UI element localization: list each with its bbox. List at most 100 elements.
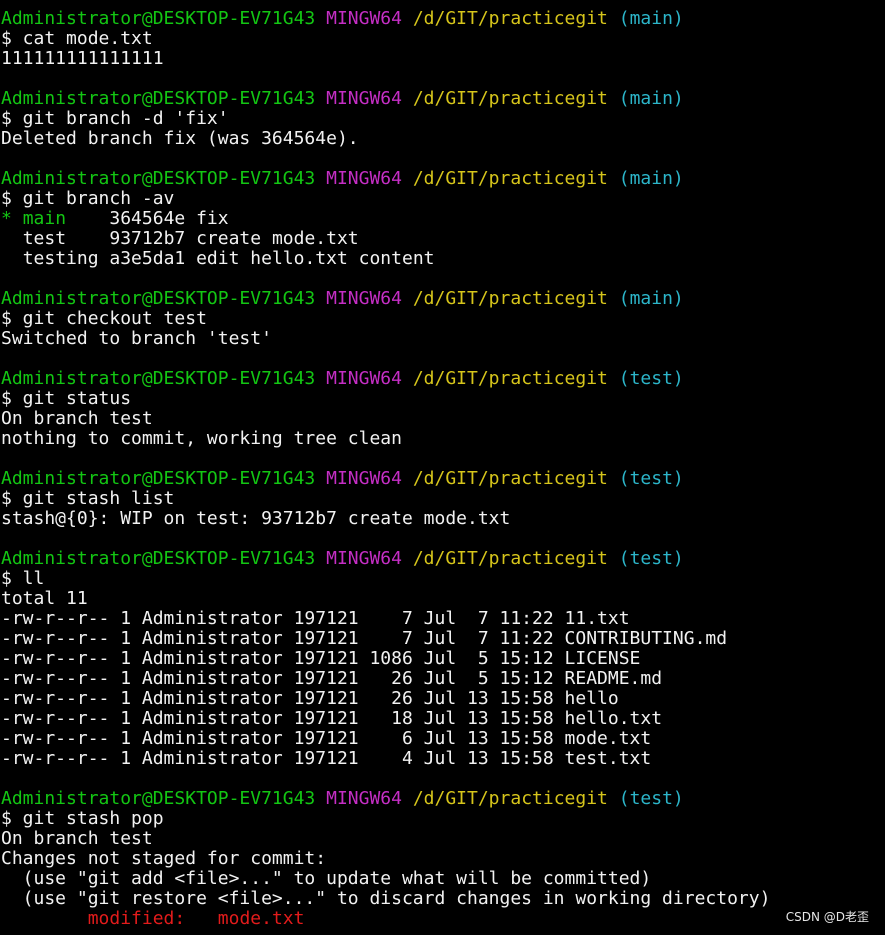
prompt-line: Administrator@DESKTOP-EV71G43 MINGW64 /d… (1, 289, 885, 309)
modified-gap (185, 908, 218, 929)
command-line: $ git status (1, 389, 885, 409)
output-line: -rw-r--r-- 1 Administrator 197121 26 Jul… (1, 689, 885, 709)
output-text: -rw-r--r-- 1 Administrator 197121 26 Jul… (1, 688, 619, 709)
command-line: $ git stash list (1, 489, 885, 509)
prompt-user: Administrator@DESKTOP-EV71G43 (1, 468, 316, 489)
command-text: $ git stash pop (1, 808, 164, 829)
branch-name: test (22, 228, 99, 249)
prompt-system: MINGW64 (326, 88, 402, 109)
prompt-branch: (test) (618, 368, 684, 389)
output-line: 111111111111111 (1, 49, 885, 69)
output-text: 111111111111111 (1, 48, 164, 69)
branch-marker: * (1, 208, 23, 229)
output-text: -rw-r--r-- 1 Administrator 197121 7 Jul … (1, 628, 728, 649)
prompt-path: /d/GIT/practicegit (412, 168, 608, 189)
prompt-line: Administrator@DESKTOP-EV71G43 MINGW64 /d… (1, 549, 885, 569)
modified-line: modified: mode.txt (1, 909, 885, 929)
output-text: -rw-r--r-- 1 Administrator 197121 1086 J… (1, 648, 641, 669)
prompt-branch: (main) (618, 8, 684, 29)
prompt-path: /d/GIT/practicegit (412, 548, 608, 569)
prompt-user: Administrator@DESKTOP-EV71G43 (1, 168, 316, 189)
command-line: $ git branch -d 'fix' (1, 109, 885, 129)
branch-list-item: testing a3e5da1 edit hello.txt content (1, 249, 885, 269)
branch-commit: 364564e fix (98, 208, 229, 229)
prompt-branch: (test) (618, 468, 684, 489)
prompt-branch: (test) (618, 548, 684, 569)
output-text: Switched to branch 'test' (1, 328, 272, 349)
command-line: $ cat mode.txt (1, 29, 885, 49)
output-text: (use "git add <file>..." to update what … (1, 868, 652, 889)
command-line: $ git checkout test (1, 309, 885, 329)
output-line: -rw-r--r-- 1 Administrator 197121 1086 J… (1, 649, 885, 669)
output-text: stash@{0}: WIP on test: 93712b7 create m… (1, 508, 511, 529)
output-text: -rw-r--r-- 1 Administrator 197121 18 Jul… (1, 708, 663, 729)
output-text: Changes not staged for commit: (1, 848, 327, 869)
output-text: -rw-r--r-- 1 Administrator 197121 7 Jul … (1, 608, 630, 629)
command-text: $ git branch -av (1, 188, 175, 209)
prompt-path: /d/GIT/practicegit (412, 8, 608, 29)
output-text: On branch test (1, 408, 153, 429)
prompt-line: Administrator@DESKTOP-EV71G43 MINGW64 /d… (1, 789, 885, 809)
output-line: -rw-r--r-- 1 Administrator 197121 26 Jul… (1, 669, 885, 689)
prompt-system: MINGW64 (326, 168, 402, 189)
output-text: -rw-r--r-- 1 Administrator 197121 26 Jul… (1, 668, 663, 689)
command-text: $ git branch -d 'fix' (1, 108, 229, 129)
prompt-system: MINGW64 (326, 288, 402, 309)
branch-list-item: test 93712b7 create mode.txt (1, 229, 885, 249)
output-line: On branch test (1, 829, 885, 849)
command-text: $ git status (1, 388, 132, 409)
command-text: $ cat mode.txt (1, 28, 153, 49)
branch-marker (1, 228, 23, 249)
output-text: total 11 (1, 588, 88, 609)
prompt-path: /d/GIT/practicegit (412, 88, 608, 109)
output-line: -rw-r--r-- 1 Administrator 197121 7 Jul … (1, 629, 885, 649)
prompt-branch: (main) (618, 168, 684, 189)
prompt-user: Administrator@DESKTOP-EV71G43 (1, 368, 316, 389)
branch-commit: a3e5da1 edit hello.txt content (98, 248, 435, 269)
output-line: total 11 (1, 589, 885, 609)
output-text: (use "git restore <file>..." to discard … (1, 888, 771, 909)
watermark: CSDN @D老歪 (785, 910, 869, 924)
command-text: $ git checkout test (1, 308, 207, 329)
output-text: nothing to commit, working tree clean (1, 428, 402, 449)
branch-name: testing (22, 248, 99, 269)
modified-indent (1, 908, 88, 929)
prompt-user: Administrator@DESKTOP-EV71G43 (1, 788, 316, 809)
output-line: nothing to commit, working tree clean (1, 429, 885, 449)
prompt-branch: (main) (618, 88, 684, 109)
output-text: Deleted branch fix (was 364564e). (1, 128, 359, 149)
output-line: On branch test (1, 409, 885, 429)
prompt-system: MINGW64 (326, 368, 402, 389)
output-text: -rw-r--r-- 1 Administrator 197121 4 Jul … (1, 748, 652, 769)
terminal-output[interactable]: Administrator@DESKTOP-EV71G43 MINGW64 /d… (1, 9, 885, 929)
command-text: $ ll (1, 568, 45, 589)
prompt-system: MINGW64 (326, 788, 402, 809)
branch-list-item: * main 364564e fix (1, 209, 885, 229)
prompt-path: /d/GIT/practicegit (412, 288, 608, 309)
command-line: $ ll (1, 569, 885, 589)
output-line: Changes not staged for commit: (1, 849, 885, 869)
prompt-path: /d/GIT/practicegit (412, 788, 608, 809)
output-text: -rw-r--r-- 1 Administrator 197121 6 Jul … (1, 728, 652, 749)
output-line: -rw-r--r-- 1 Administrator 197121 6 Jul … (1, 729, 885, 749)
prompt-line: Administrator@DESKTOP-EV71G43 MINGW64 /d… (1, 169, 885, 189)
output-line: (use "git restore <file>..." to discard … (1, 889, 885, 909)
prompt-user: Administrator@DESKTOP-EV71G43 (1, 288, 316, 309)
prompt-branch: (main) (618, 288, 684, 309)
prompt-line: Administrator@DESKTOP-EV71G43 MINGW64 /d… (1, 89, 885, 109)
output-line: Deleted branch fix (was 364564e). (1, 129, 885, 149)
output-line: Switched to branch 'test' (1, 329, 885, 349)
prompt-system: MINGW64 (326, 468, 402, 489)
modified-file: mode.txt (217, 908, 305, 929)
output-line: -rw-r--r-- 1 Administrator 197121 18 Jul… (1, 709, 885, 729)
prompt-line: Administrator@DESKTOP-EV71G43 MINGW64 /d… (1, 469, 885, 489)
modified-label: modified: (87, 908, 186, 929)
prompt-system: MINGW64 (326, 548, 402, 569)
prompt-line: Administrator@DESKTOP-EV71G43 MINGW64 /d… (1, 369, 885, 389)
branch-name: main (22, 208, 99, 229)
output-line: -rw-r--r-- 1 Administrator 197121 7 Jul … (1, 609, 885, 629)
output-line: stash@{0}: WIP on test: 93712b7 create m… (1, 509, 885, 529)
branch-marker (1, 248, 23, 269)
